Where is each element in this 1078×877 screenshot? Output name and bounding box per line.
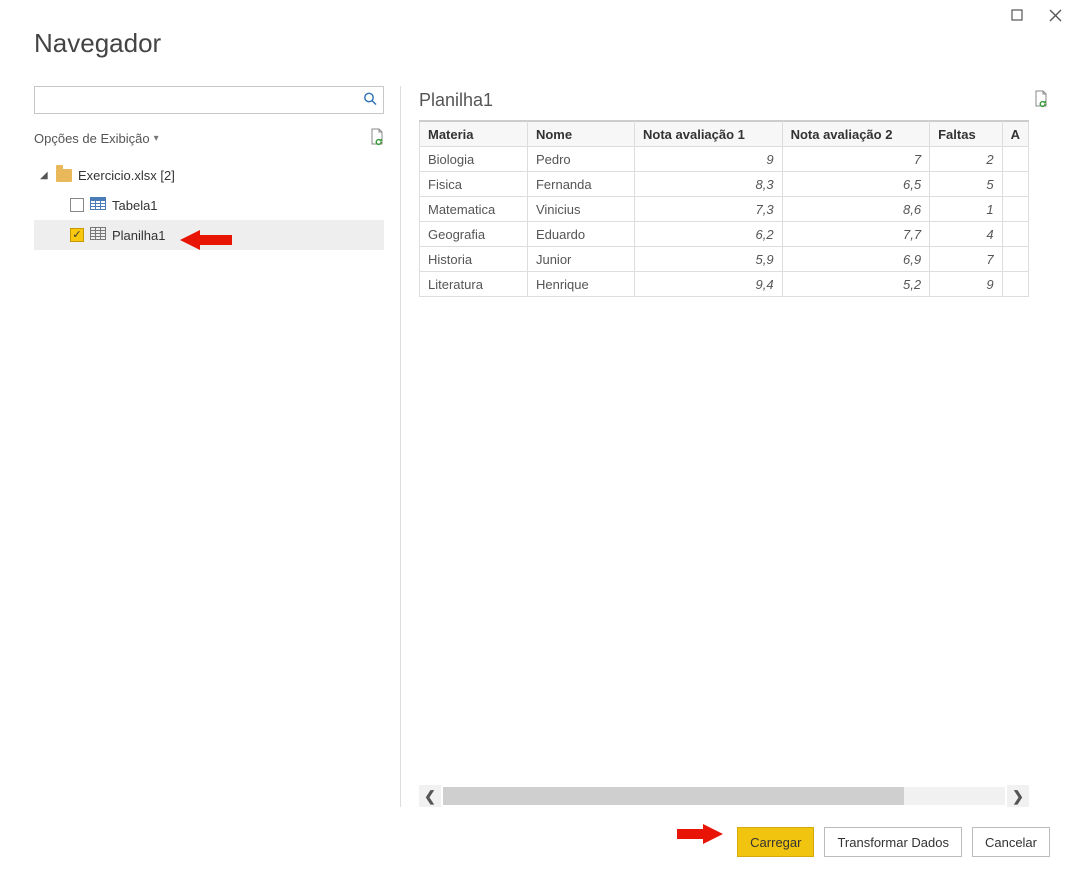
navigator-dialog: Navegador Opções de Exibição ▾ (0, 0, 1078, 877)
col-header[interactable]: Faltas (930, 122, 1002, 147)
tree-item-label: Planilha1 (112, 228, 166, 243)
chevron-down-icon: ▾ (154, 133, 159, 144)
collapse-icon[interactable]: ◢ (40, 170, 50, 181)
table-row[interactable]: LiteraturaHenrique9,45,29 (420, 272, 1029, 297)
refresh-schema-icon[interactable] (369, 128, 384, 149)
table-row[interactable]: HistoriaJunior5,96,97 (420, 247, 1029, 272)
vertical-divider (400, 86, 401, 807)
square-icon (1011, 9, 1023, 21)
horizontal-scrollbar[interactable]: ❮ ❯ (419, 785, 1029, 807)
object-tree: ◢ Exercicio.xlsx [2] Tabela1 ✓ (34, 160, 384, 250)
search-icon[interactable] (363, 92, 377, 109)
dialog-title: Navegador (34, 28, 161, 59)
display-options-dropdown[interactable]: Opções de Exibição ▾ (34, 131, 159, 146)
annotation-arrow-icon (677, 820, 723, 850)
scrollbar-thumb[interactable] (443, 787, 904, 805)
checkbox-unchecked[interactable] (70, 198, 84, 212)
worksheet-icon (90, 227, 106, 243)
search-box[interactable] (34, 86, 384, 114)
tree-file-node[interactable]: ◢ Exercicio.xlsx [2] (34, 160, 384, 190)
preview-title: Planilha1 (419, 90, 493, 111)
preview-panel: Planilha1 Materia Nome Nota avaliação 1 (419, 86, 1078, 807)
tree-item-tabela1[interactable]: Tabela1 (34, 190, 384, 220)
col-header[interactable]: Nota avaliação 1 (635, 122, 783, 147)
dialog-body: Opções de Exibição ▾ ◢ Exercicio.xlsx [2… (34, 86, 1078, 807)
load-button[interactable]: Carregar (737, 827, 814, 857)
tree-file-label: Exercicio.xlsx [2] (78, 168, 175, 183)
left-panel: Opções de Exibição ▾ ◢ Exercicio.xlsx [2… (34, 86, 400, 807)
maximize-button[interactable] (1008, 6, 1026, 24)
scrollbar-track[interactable] (443, 787, 1005, 805)
col-header[interactable]: Materia (420, 122, 528, 147)
scroll-left-icon[interactable]: ❮ (419, 785, 441, 807)
checkbox-checked[interactable]: ✓ (70, 228, 84, 242)
folder-icon (56, 169, 72, 182)
transform-data-button[interactable]: Transformar Dados (824, 827, 962, 857)
table-icon (90, 197, 106, 213)
tree-item-planilha1[interactable]: ✓ Planilha1 (34, 220, 384, 250)
table-row[interactable]: MatematicaVinicius7,38,61 (420, 197, 1029, 222)
preview-table-container: Materia Nome Nota avaliação 1 Nota avali… (419, 120, 1029, 297)
display-options-label: Opções de Exibição (34, 131, 150, 146)
table-header-row: Materia Nome Nota avaliação 1 Nota avali… (420, 122, 1029, 147)
cancel-button[interactable]: Cancelar (972, 827, 1050, 857)
table-row[interactable]: BiologiaPedro972 (420, 147, 1029, 172)
col-header[interactable]: Nota avaliação 2 (782, 122, 930, 147)
close-button[interactable] (1046, 6, 1064, 24)
table-row[interactable]: GeografiaEduardo6,27,74 (420, 222, 1029, 247)
preview-header: Planilha1 (419, 86, 1078, 114)
tree-item-label: Tabela1 (112, 198, 158, 213)
refresh-preview-icon[interactable] (1033, 90, 1048, 111)
col-header[interactable]: Nome (527, 122, 634, 147)
preview-table: Materia Nome Nota avaliação 1 Nota avali… (419, 121, 1029, 297)
table-row[interactable]: FisicaFernanda8,36,55 (420, 172, 1029, 197)
window-controls (1008, 6, 1064, 24)
display-options-row: Opções de Exibição ▾ (34, 124, 384, 152)
scroll-right-icon[interactable]: ❯ (1007, 785, 1029, 807)
close-icon (1049, 9, 1062, 22)
search-input[interactable] (35, 87, 353, 113)
dialog-footer: Carregar Transformar Dados Cancelar (737, 827, 1050, 857)
col-header[interactable]: A (1002, 122, 1028, 147)
